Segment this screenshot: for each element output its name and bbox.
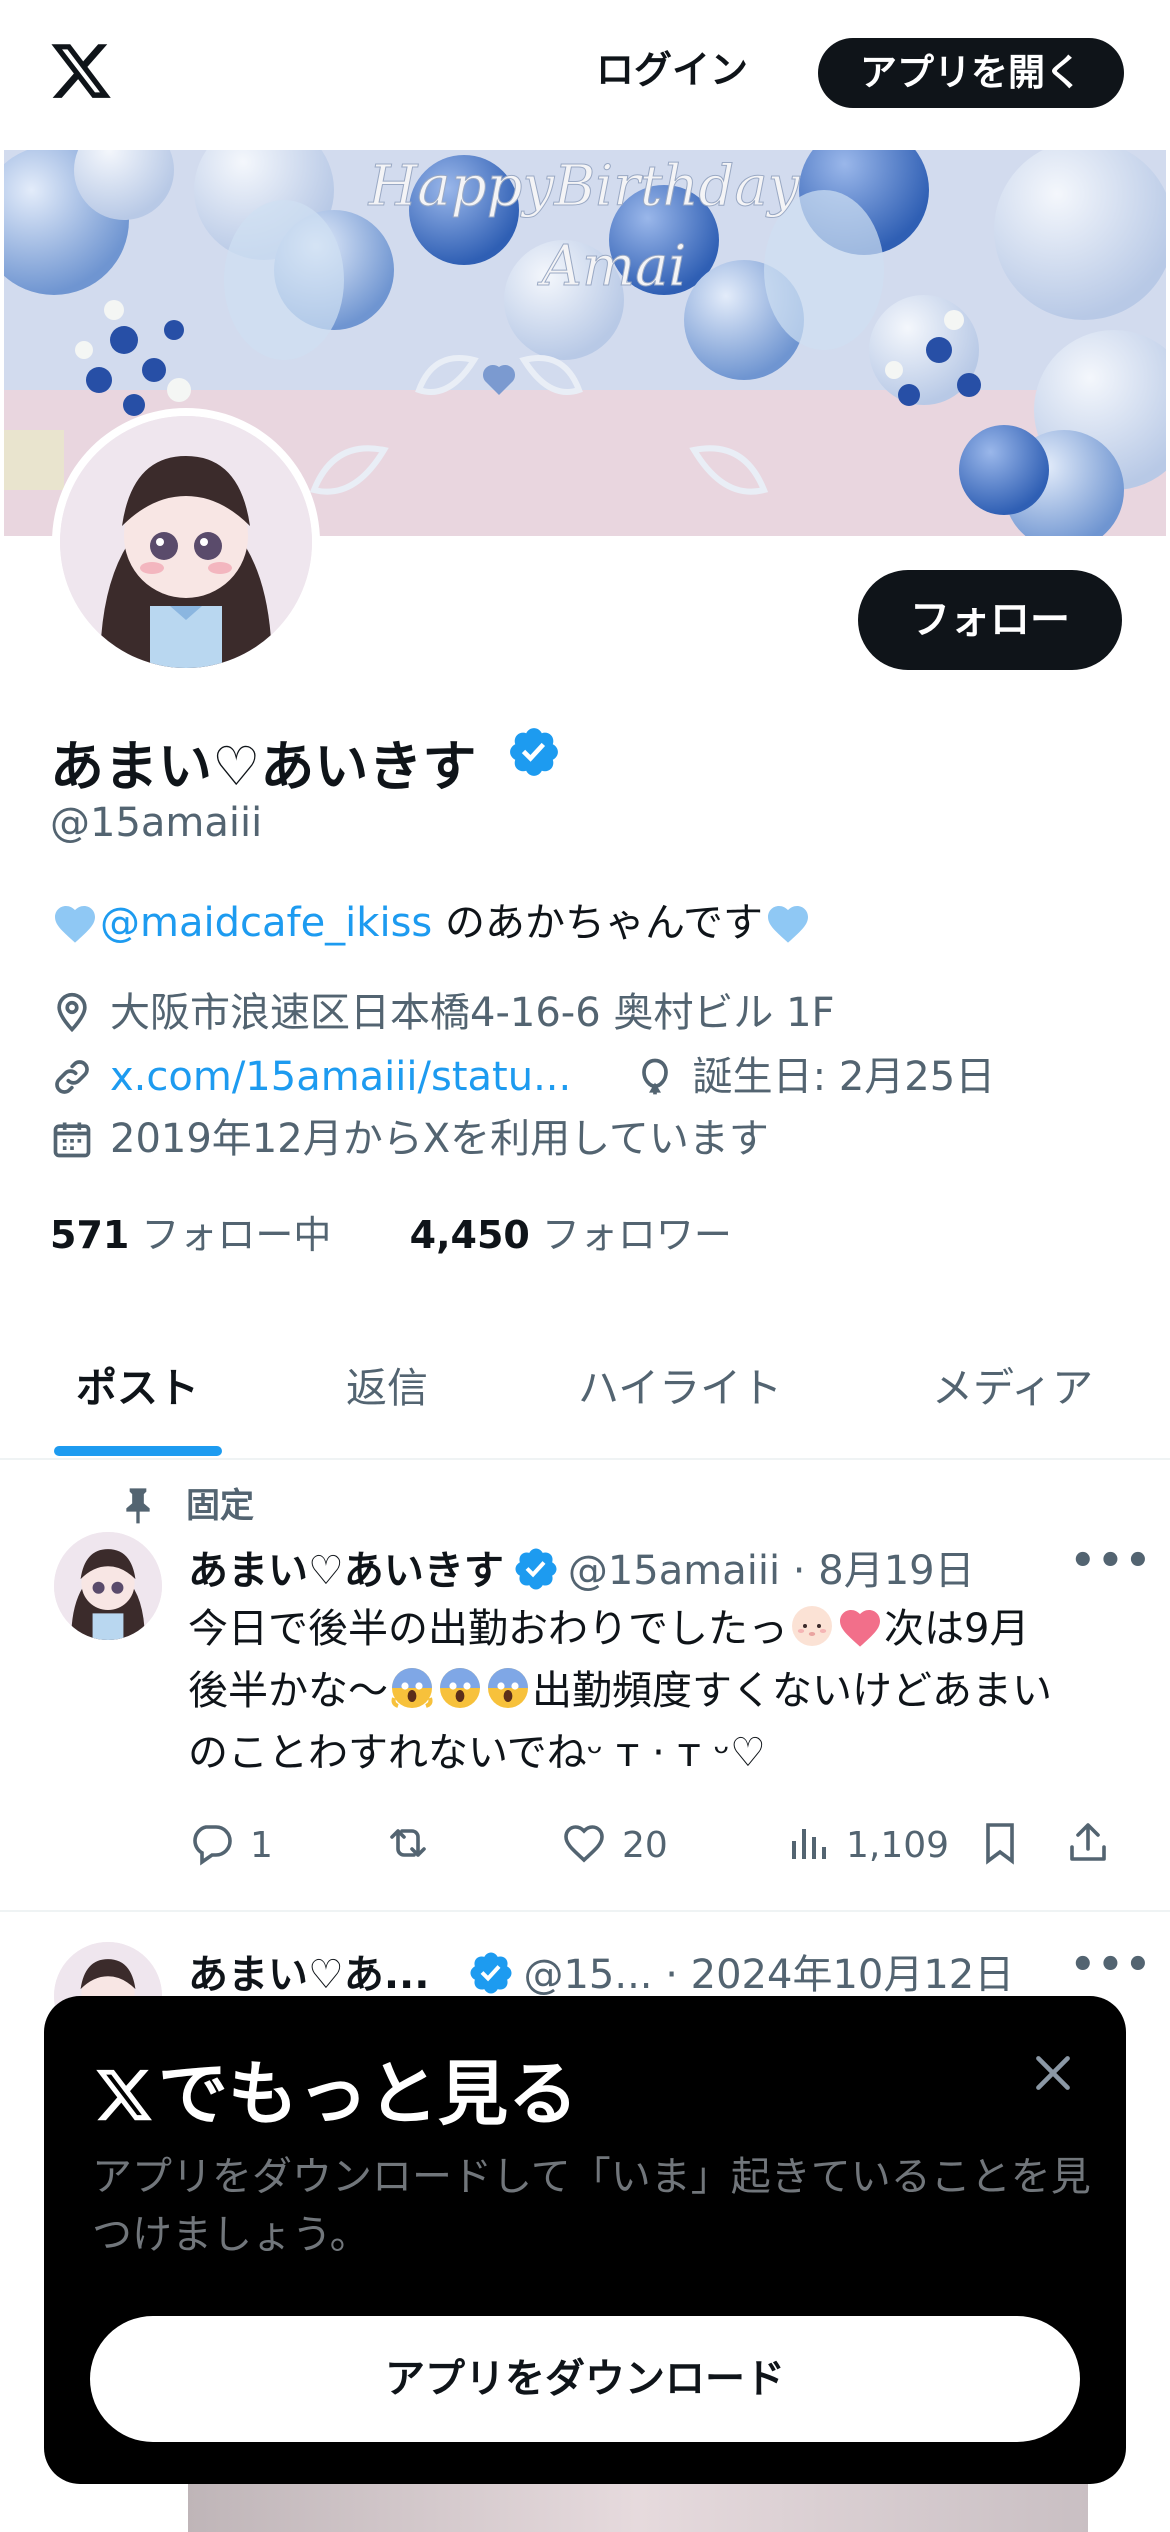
pinned-indicator: 固定 <box>120 1478 254 1527</box>
blue-heart-icon <box>55 906 95 943</box>
location-pin-icon <box>57 992 87 1033</box>
repost-icon <box>390 1829 426 1857</box>
more-options-icon[interactable]: ••• <box>1070 1538 1153 1584</box>
profile-location: 大阪市浪速区日本橋4-16-6 奥村ビル 1F <box>50 988 835 1038</box>
post-media-preview[interactable] <box>188 2484 1088 2532</box>
like-button[interactable]: 20 <box>560 1818 668 1874</box>
post-date[interactable]: 8月19日 <box>818 1548 974 1594</box>
post-header: あまい♡あいきす @15amaiii · 8月19日 <box>188 1538 975 1596</box>
download-app-sheet: でもっと見る アプリをダウンロードして「いま」起きていることを見つけましょう。 … <box>44 1996 1126 2484</box>
repost-button[interactable] <box>384 1818 446 1874</box>
post-text: 今日で後半の出勤おわりでしたっ 次は9月 後半かな〜 出勤頻度すくないけどあまい の… <box>188 1598 1128 1784</box>
tab-media[interactable]: メディア <box>932 1354 1093 1414</box>
post-date[interactable]: 2024年10月12日 <box>691 1952 1015 1998</box>
close-icon[interactable] <box>1028 2048 1078 2098</box>
analytics-icon <box>792 1829 826 1859</box>
post-author-handle[interactable]: @15amaiii <box>568 1548 780 1594</box>
display-name: あまい♡あいきす <box>50 735 477 798</box>
reply-button[interactable]: 1 <box>188 1818 273 1874</box>
tab-posts[interactable]: ポスト <box>76 1354 199 1414</box>
share-icon <box>1070 1823 1106 1861</box>
post-actions: 1 20 1,109 <box>188 1818 1128 1874</box>
verified-badge-icon <box>470 1952 512 1994</box>
profile-tabs: ポスト 返信 ハイライト メディア <box>0 1300 1170 1460</box>
profile-avatar[interactable] <box>52 408 320 676</box>
bio-text: のあかちゃんです <box>432 900 763 946</box>
download-app-button[interactable]: アプリをダウンロード <box>90 2316 1080 2442</box>
svg-text:Amai: Amai <box>537 234 687 299</box>
calendar-icon <box>53 1122 91 1158</box>
bookmark-button[interactable] <box>976 1818 1038 1874</box>
heart-icon <box>564 1825 604 1863</box>
followers-link[interactable]: 4,450 フォロワー <box>410 1213 732 1257</box>
profile-bio: @maidcafe_ikiss のあかちゃんです <box>50 890 813 948</box>
sheet-title: でもっと見る <box>92 2038 578 2139</box>
post-author-handle[interactable]: @15... <box>523 1952 652 1998</box>
reply-icon <box>193 1825 232 1866</box>
screaming-face-emoji-icon <box>440 1668 480 1708</box>
x-logo-icon[interactable] <box>46 38 116 104</box>
balloon-icon <box>641 1058 668 1095</box>
tab-highlights[interactable]: ハイライト <box>578 1354 782 1414</box>
bio-mention-link[interactable]: @maidcafe_ikiss <box>100 900 432 946</box>
profile-handle: @15amaiii <box>50 800 263 846</box>
profile-url-row: x.com/15amaiii/statu... 誕生日: 2月25日 <box>50 1052 995 1102</box>
active-tab-indicator <box>54 1446 222 1456</box>
profile-birthday: 誕生日: 2月25日 <box>692 1054 996 1100</box>
svg-text:HappyBirthday: HappyBirthday <box>368 154 801 219</box>
pink-heart-emoji-icon <box>840 1610 880 1647</box>
x-logo-icon <box>96 2069 152 2121</box>
share-button[interactable] <box>1064 1818 1126 1874</box>
verified-badge-icon <box>515 1548 557 1590</box>
baby-face-emoji-icon <box>792 1606 832 1646</box>
login-link[interactable]: ログイン <box>596 40 748 100</box>
top-bar: ログイン アプリを開く <box>0 0 1170 150</box>
pin-icon <box>126 1488 150 1524</box>
divider <box>0 1910 1170 1912</box>
post-author-name[interactable]: あまい♡あ... <box>188 1952 429 1998</box>
bookmark-icon <box>986 1823 1014 1865</box>
views-button[interactable]: 1,109 <box>784 1818 949 1874</box>
post-header: あまい♡あ... @15... · 2024年10月12日 <box>188 1942 1014 2000</box>
screaming-face-emoji-icon <box>391 1668 433 1708</box>
following-link[interactable]: 571 フォロー中 <box>50 1213 331 1257</box>
post-avatar[interactable] <box>54 1532 162 1640</box>
tab-replies[interactable]: 返信 <box>346 1354 428 1414</box>
open-app-button[interactable]: アプリを開く <box>818 38 1124 108</box>
link-icon <box>55 1060 89 1094</box>
verified-badge-icon[interactable] <box>506 724 562 780</box>
screaming-face-emoji-icon <box>488 1668 528 1708</box>
blue-heart-icon <box>767 906 808 943</box>
follow-counts: 571 フォロー中 4,450 フォロワー <box>50 1204 732 1259</box>
profile-joined: 2019年12月からXを利用しています <box>50 1114 769 1164</box>
more-options-icon[interactable]: ••• <box>1070 1942 1153 1988</box>
divider <box>0 1458 1170 1460</box>
profile-url-link[interactable]: x.com/15amaiii/statu... <box>110 1054 571 1100</box>
post-author-name[interactable]: あまい♡あいきす <box>188 1548 504 1594</box>
sheet-description: アプリをダウンロードして「いま」起きていることを見つけましょう。 <box>92 2154 1091 2258</box>
follow-button[interactable]: フォロー <box>858 570 1122 670</box>
